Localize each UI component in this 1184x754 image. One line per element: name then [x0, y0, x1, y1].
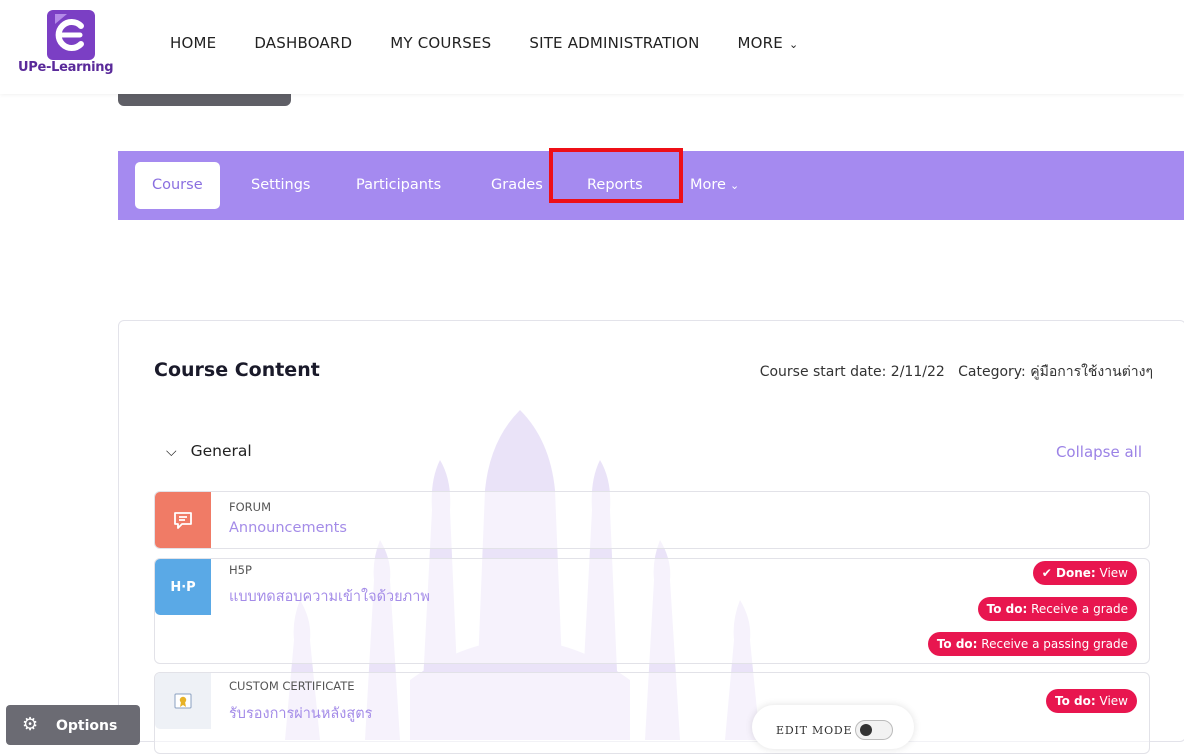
activity-type: H5P	[229, 563, 252, 577]
tab-settings[interactable]: Settings	[251, 162, 310, 209]
activity-custom-certificate: CUSTOM CERTIFICATE รับรองการผ่านหลังสูตร…	[154, 672, 1150, 754]
header-button-stub[interactable]	[118, 94, 291, 106]
completion-badge[interactable]: ✔ Done: View	[1032, 561, 1137, 585]
top-navbar: UPe-Learning HOME DASHBOARD MY COURSES S…	[0, 0, 1184, 94]
completion-badge[interactable]: To do: Receive a grade	[977, 597, 1137, 621]
badge-status: To do:	[1055, 694, 1096, 708]
nav-site-administration[interactable]: SITE ADMINISTRATION	[529, 34, 699, 52]
tab-course[interactable]: Course	[135, 162, 220, 209]
edit-mode-label: EDIT MODE	[776, 724, 853, 737]
page-title: Course Content	[154, 359, 320, 381]
options-label: Options	[56, 718, 118, 734]
completion-badge[interactable]: To do: Receive a passing grade	[927, 632, 1137, 656]
activity-type: FORUM	[229, 500, 271, 514]
logo-text: UPe-Learning	[18, 60, 114, 75]
h5p-icon: H·P	[155, 559, 211, 615]
collapse-all-link[interactable]: Collapse all	[1056, 443, 1142, 461]
course-content-card: Course Content Course start date: 2/11/2…	[118, 320, 1184, 754]
activity-forum: FORUM Announcements	[154, 491, 1150, 549]
badge-status: To do:	[986, 602, 1028, 616]
badge-text: View	[1095, 694, 1128, 708]
nav-home[interactable]: HOME	[170, 34, 216, 52]
badge-text: View	[1095, 566, 1128, 580]
badge-status: To do:	[936, 637, 978, 651]
tab-grades[interactable]: Grades	[491, 162, 543, 209]
badge-text: Receive a passing grade	[977, 637, 1128, 651]
course-meta: Course start date: 2/11/22 Category: คู่…	[759, 364, 1153, 380]
primary-nav: HOME DASHBOARD MY COURSES SITE ADMINISTR…	[170, 34, 836, 52]
activity-type: CUSTOM CERTIFICATE	[229, 679, 355, 693]
completion-badge[interactable]: To do: View	[1046, 689, 1137, 713]
edit-mode-control: EDIT MODE	[752, 705, 914, 749]
badge-text: Receive a grade	[1027, 602, 1128, 616]
chevron-down-icon: ⌄	[788, 38, 799, 51]
toggle-knob	[860, 724, 872, 736]
edit-mode-toggle[interactable]	[855, 720, 893, 740]
section-toggle-general[interactable]: ⌵ General	[166, 442, 252, 460]
activity-link[interactable]: รับรองการผ่านหลังสูตร	[229, 702, 372, 725]
logo-mark-icon	[47, 10, 95, 60]
certificate-icon	[155, 673, 211, 729]
tab-more-label: More	[690, 177, 726, 193]
chevron-down-icon: ⌄	[729, 179, 740, 192]
activity-link[interactable]: แบบทดสอบความเข้าใจด้วยภาพ	[229, 585, 430, 608]
nav-more-dropdown[interactable]: MORE ⌄	[738, 34, 799, 52]
reports-highlight-box	[549, 148, 683, 203]
section-title: General	[190, 442, 252, 460]
tab-participants[interactable]: Participants	[356, 162, 441, 209]
site-logo[interactable]: UPe-Learning	[15, 8, 125, 80]
options-button[interactable]: ⚙ Options	[6, 705, 140, 745]
nav-dashboard[interactable]: DASHBOARD	[254, 34, 352, 52]
chevron-down-icon: ⌵	[166, 444, 177, 460]
gear-icon: ⚙	[22, 714, 39, 735]
activity-h5p: H·P H5P แบบทดสอบความเข้าใจด้วยภาพ ✔ Done…	[154, 558, 1150, 664]
nav-my-courses[interactable]: MY COURSES	[390, 34, 491, 52]
forum-icon	[155, 492, 211, 548]
badge-status: ✔ Done:	[1041, 566, 1096, 580]
activity-link[interactable]: Announcements	[229, 520, 347, 536]
tab-more[interactable]: More ⌄	[690, 162, 739, 209]
nav-more-label: MORE	[737, 34, 783, 52]
